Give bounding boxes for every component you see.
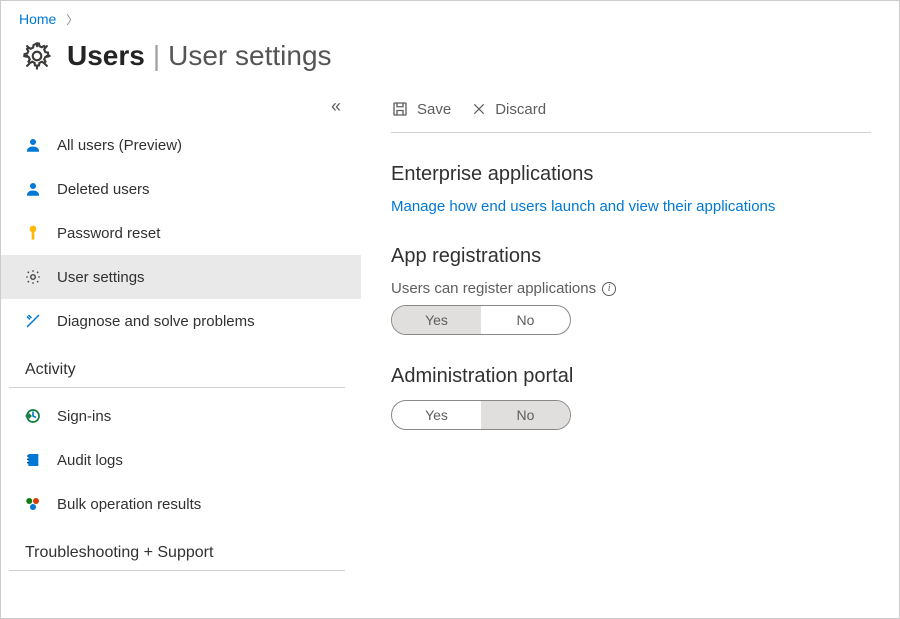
sidebar-item-bulk-results[interactable]: Bulk operation results [1,482,361,526]
title-divider: | [153,40,160,72]
sidebar-item-label: Deleted users [57,181,150,198]
page-header: Users | User settings [1,34,899,90]
sidebar-item-label: Audit logs [57,452,123,469]
sidebar-section-troubleshooting: Troubleshooting + Support [9,526,345,571]
tools-icon [23,311,43,331]
signin-icon [23,406,43,426]
sidebar-item-sign-ins[interactable]: Sign-ins [1,394,361,438]
sidebar-item-label: Password reset [57,225,160,242]
save-icon [391,100,409,118]
save-label: Save [417,101,451,118]
sidebar-item-label: User settings [57,269,145,286]
sidebar-item-label: Sign-ins [57,408,111,425]
page-title: Users [67,40,145,72]
sidebar-item-password-reset[interactable]: Password reset [1,211,361,255]
main-content: Save Discard Enterprise applications Man… [361,90,899,577]
person-icon [23,179,43,199]
sidebar-item-user-settings[interactable]: User settings [1,255,361,299]
section-heading: Administration portal [391,365,871,388]
sidebar-item-deleted-users[interactable]: Deleted users [1,167,361,211]
page-subtitle: User settings [168,40,331,72]
key-icon [23,223,43,243]
toggle-register-apps[interactable]: Yes No [391,305,571,335]
save-button[interactable]: Save [391,100,451,118]
toggle-yes[interactable]: Yes [392,306,481,334]
toggle-admin-portal[interactable]: Yes No [391,400,571,430]
section-heading: Enterprise applications [391,163,871,186]
breadcrumb: Home 〉 [1,1,899,34]
sidebar-item-label: Diagnose and solve problems [57,313,255,330]
section-app-registrations: App registrations Users can register app… [391,215,871,335]
info-icon[interactable]: i [602,282,616,296]
sidebar-item-label: All users (Preview) [57,137,182,154]
toggle-no[interactable]: No [481,401,570,429]
section-heading: App registrations [391,245,871,268]
section-admin-portal: Administration portal Yes No [391,335,871,430]
person-icon [23,135,43,155]
toolbar: Save Discard [391,90,871,133]
bulk-icon [23,494,43,514]
gear-icon [19,38,55,74]
close-icon [471,101,487,117]
field-label-text: Users can register applications [391,280,596,297]
section-enterprise-apps: Enterprise applications Manage how end u… [391,133,871,215]
breadcrumb-home[interactable]: Home [19,11,56,27]
discard-button[interactable]: Discard [471,101,546,118]
discard-label: Discard [495,101,546,118]
toggle-no[interactable]: No [481,306,570,334]
sidebar-item-diagnose[interactable]: Diagnose and solve problems [1,299,361,343]
gear-icon [23,267,43,287]
sidebar-item-audit-logs[interactable]: Audit logs [1,438,361,482]
enterprise-manage-link[interactable]: Manage how end users launch and view the… [391,198,775,215]
sidebar-item-label: Bulk operation results [57,496,201,513]
sidebar: « All users (Preview) Deleted users Pass… [1,90,361,577]
sidebar-item-all-users[interactable]: All users (Preview) [1,123,361,167]
collapse-sidebar-icon[interactable]: « [331,96,341,117]
toggle-yes[interactable]: Yes [392,401,481,429]
notebook-icon [23,450,43,470]
chevron-right-icon: 〉 [66,13,78,27]
field-label: Users can register applications i [391,280,871,297]
sidebar-section-activity: Activity [9,343,345,388]
